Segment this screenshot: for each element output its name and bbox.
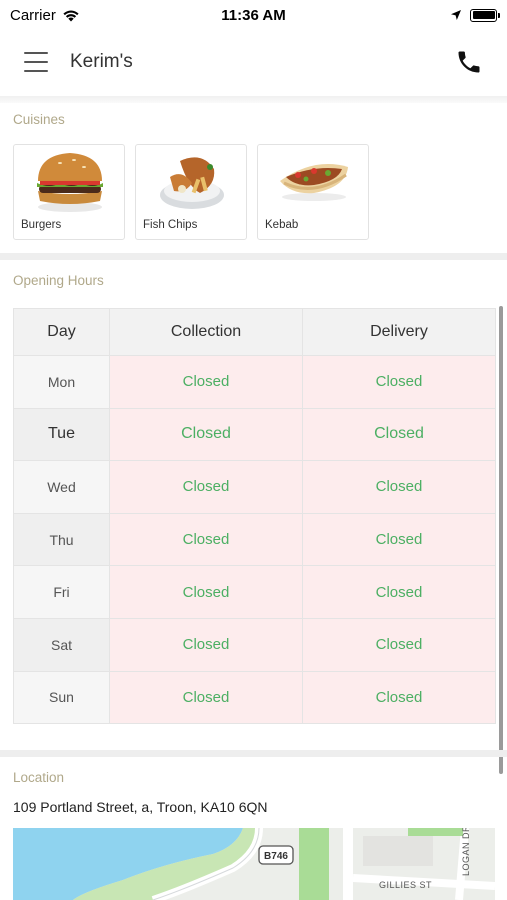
burger-image xyxy=(37,153,103,212)
table-row: Sun Closed Closed xyxy=(13,670,496,725)
app-header: Kerim's xyxy=(0,30,507,94)
header-divider xyxy=(0,96,507,103)
day-cell: Sat xyxy=(13,617,110,672)
day-cell: Thu xyxy=(13,512,110,567)
cuisine-label: Kebab xyxy=(265,219,299,231)
map-graphic: B746 GILLIES ST LOGAN DR xyxy=(13,828,495,900)
table-row: Tue Closed Closed xyxy=(13,407,496,462)
fish-chips-image xyxy=(160,157,224,209)
vertical-scrollbar[interactable] xyxy=(499,306,503,774)
status-left: Carrier xyxy=(10,7,80,24)
cuisine-label: Fish Chips xyxy=(143,219,198,231)
delivery-status-cell: Closed xyxy=(302,565,496,619)
location-map[interactable]: B746 GILLIES ST LOGAN DR xyxy=(13,828,495,900)
map-street-label: GILLIES ST xyxy=(379,880,432,890)
column-header-collection: Collection xyxy=(109,308,303,356)
delivery-status-cell: Closed xyxy=(302,460,496,514)
collection-status-cell: Closed xyxy=(109,670,303,725)
collection-status-cell: Closed xyxy=(109,512,303,567)
table-row: Wed Closed Closed xyxy=(13,460,496,514)
collection-status-cell: Closed xyxy=(109,565,303,619)
column-header-delivery: Delivery xyxy=(302,308,496,356)
collection-status-cell: Closed xyxy=(109,617,303,672)
table-row: Fri Closed Closed xyxy=(13,565,496,619)
carrier-label: Carrier xyxy=(10,6,56,24)
kebab-image xyxy=(280,164,348,201)
location-arrow-icon xyxy=(451,10,461,20)
table-row: Mon Closed Closed xyxy=(13,355,496,409)
cuisine-card-fish-chips[interactable]: Fish Chips xyxy=(135,144,247,240)
cuisines-list: Burgers Fish Chips Kebab xyxy=(13,144,369,240)
map-road-badge: B746 xyxy=(264,851,288,862)
delivery-status-cell: Closed xyxy=(302,512,496,567)
opening-hours-heading: Opening Hours xyxy=(13,273,104,288)
table-row: Sat Closed Closed xyxy=(13,617,496,672)
cuisine-card-burgers[interactable]: Burgers xyxy=(13,144,125,240)
address-text: 109 Portland Street, a, Troon, KA10 6QN xyxy=(13,799,268,815)
cuisine-card-kebab[interactable]: Kebab xyxy=(257,144,369,240)
delivery-status-cell: Closed xyxy=(302,670,496,725)
day-cell: Tue xyxy=(13,407,110,462)
collection-status-cell: Closed xyxy=(109,355,303,409)
day-cell: Sun xyxy=(13,670,110,725)
restaurant-title: Kerim's xyxy=(70,51,133,72)
status-bar: Carrier 11:36 AM xyxy=(0,0,507,30)
delivery-status-cell: Closed xyxy=(302,407,496,462)
cuisines-divider xyxy=(0,253,507,260)
collection-status-cell: Closed xyxy=(109,407,303,462)
status-right xyxy=(450,8,500,22)
table-header-row: Day Collection Delivery xyxy=(13,308,496,356)
battery-icon xyxy=(470,8,500,22)
map-street-label: LOGAN DR xyxy=(461,828,471,876)
day-cell: Wed xyxy=(13,460,110,514)
delivery-status-cell: Closed xyxy=(302,355,496,409)
wifi-icon xyxy=(63,10,79,21)
collection-status-cell: Closed xyxy=(109,460,303,514)
cuisine-label: Burgers xyxy=(21,219,62,231)
delivery-status-cell: Closed xyxy=(302,617,496,672)
table-row: Thu Closed Closed xyxy=(13,512,496,567)
day-cell: Fri xyxy=(13,565,110,619)
cuisines-heading: Cuisines xyxy=(13,112,65,127)
day-cell: Mon xyxy=(13,355,110,409)
phone-icon[interactable] xyxy=(455,48,483,76)
opening-hours-table: Day Collection Delivery Mon Closed Close… xyxy=(13,308,496,725)
location-heading: Location xyxy=(13,770,65,785)
hours-divider xyxy=(0,750,507,757)
hamburger-menu-icon[interactable] xyxy=(24,52,48,72)
column-header-day: Day xyxy=(13,308,110,356)
